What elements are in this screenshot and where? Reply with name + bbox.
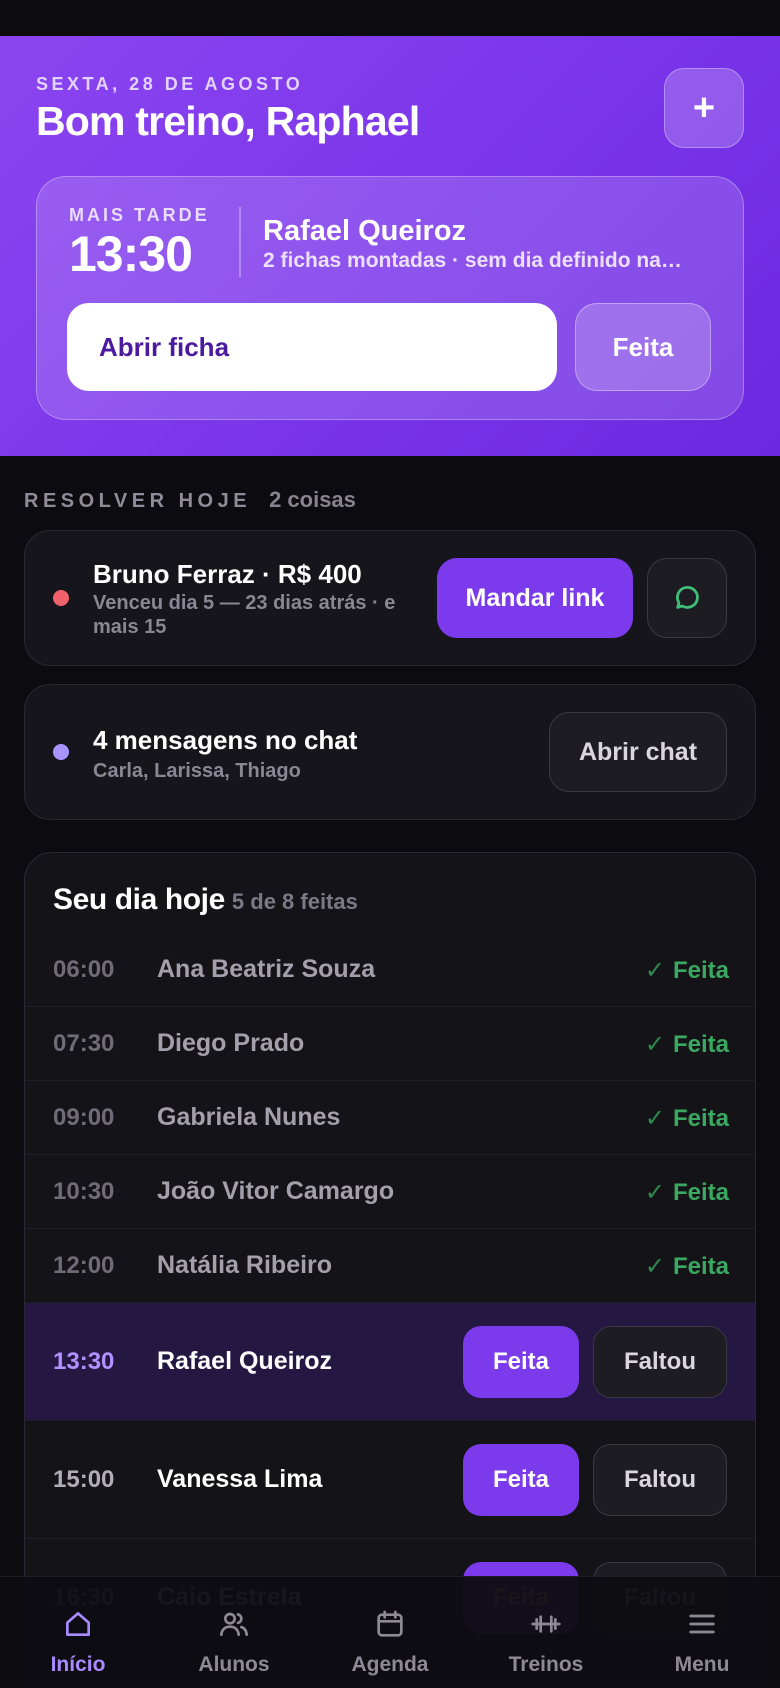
section-title: RESOLVER HOJE bbox=[24, 490, 252, 512]
row-student-name: Gabriela Nunes bbox=[157, 1103, 341, 1131]
section-count: 2 coisas bbox=[269, 487, 356, 512]
day-header: Seu dia hoje 5 de 8 feitas bbox=[53, 883, 358, 917]
alert-title: Bruno Ferraz · R$ 400 bbox=[93, 559, 362, 589]
hero-header: SEXTA, 28 DE AGOSTO Bom treino, Raphael … bbox=[0, 36, 780, 456]
done-label: Feita bbox=[672, 1031, 729, 1058]
row-student-name: Natália Ribeiro bbox=[157, 1251, 333, 1279]
alert-subtitle: Carla, Larissa, Thiago bbox=[93, 760, 301, 782]
day-title: Seu dia hoje bbox=[53, 883, 225, 916]
next-session-time: 13:30 bbox=[69, 226, 193, 282]
tab-calendar[interactable]: Agenda bbox=[312, 1577, 468, 1688]
schedule-row[interactable]: 07:30 Diego Prado ✓ Feita bbox=[25, 1007, 755, 1081]
tab-label: Treinos bbox=[508, 1653, 584, 1676]
check-icon: ✓ bbox=[644, 1105, 665, 1132]
schedule-row[interactable]: 12:00 Natália Ribeiro ✓ Feita bbox=[25, 1229, 755, 1303]
mark-done-button[interactable]: Feita bbox=[463, 1326, 579, 1398]
chat-button[interactable] bbox=[647, 558, 727, 638]
chat-bubble-icon bbox=[676, 586, 699, 609]
schedule-row[interactable]: 10:30 João Vitor Camargo ✓ Feita bbox=[25, 1155, 755, 1229]
done-status: ✓ Feita bbox=[645, 1252, 729, 1281]
open-chat-button[interactable]: Abrir chat bbox=[549, 712, 727, 792]
users-icon bbox=[217, 1607, 251, 1641]
send-link-button[interactable]: Mandar link bbox=[437, 558, 633, 638]
check-icon: ✓ bbox=[644, 1179, 665, 1206]
messages-alert-card: 4 mensagens no chat Carla, Larissa, Thia… bbox=[24, 684, 756, 820]
done-status: ✓ Feita bbox=[645, 1104, 729, 1133]
done-label: Feita bbox=[672, 1253, 729, 1280]
tab-label: Menu bbox=[674, 1653, 730, 1676]
tab-label: Início bbox=[50, 1653, 106, 1676]
check-icon: ✓ bbox=[644, 1253, 665, 1280]
row-student-name: Diego Prado bbox=[157, 1029, 305, 1057]
next-session-subtitle: 2 fichas montadas · sem dia definido na… bbox=[263, 249, 682, 272]
row-student-name: Vanessa Lima bbox=[157, 1465, 323, 1493]
row-student-name: Ana Beatriz Souza bbox=[157, 955, 376, 983]
alert-subtitle: Venceu dia 5 — 23 dias atrás · e mais 15 bbox=[93, 592, 396, 638]
check-icon: ✓ bbox=[644, 957, 665, 984]
tab-menu[interactable]: Menu bbox=[624, 1577, 780, 1688]
row-student-name: João Vitor Camargo bbox=[157, 1177, 395, 1205]
current-date: SEXTA, 28 DE AGOSTO bbox=[36, 74, 304, 94]
row-student-name: Rafael Queiroz bbox=[157, 1347, 333, 1375]
tab-label: Alunos bbox=[198, 1653, 270, 1676]
done-label: Feita bbox=[672, 957, 729, 984]
resolve-today-header: RESOLVER HOJE 2 coisas bbox=[24, 487, 356, 513]
row-time: 07:30 bbox=[53, 1030, 115, 1057]
done-status: ✓ Feita bbox=[645, 1030, 729, 1059]
row-time: 12:00 bbox=[53, 1252, 115, 1279]
next-session-student: Rafael Queiroz bbox=[263, 215, 467, 247]
tab-label: Agenda bbox=[351, 1653, 429, 1676]
done-status: ✓ Feita bbox=[645, 956, 729, 985]
done-label: Feita bbox=[672, 1105, 729, 1132]
day-schedule-card: Seu dia hoje 5 de 8 feitas 06:00 Ana Beat… bbox=[24, 852, 756, 1688]
next-session-card: MAIS TARDE 13:30 Rafael Queiroz 2 fichas… bbox=[36, 176, 744, 420]
status-bar bbox=[0, 0, 780, 36]
status-dot bbox=[53, 590, 69, 606]
done-status: ✓ Feita bbox=[645, 1178, 729, 1207]
open-sheet-button[interactable]: Abrir ficha bbox=[67, 303, 557, 391]
row-time: 13:30 bbox=[53, 1348, 115, 1375]
schedule-row[interactable]: 09:00 Gabriela Nunes ✓ Feita bbox=[25, 1081, 755, 1155]
row-time: 10:30 bbox=[53, 1178, 115, 1205]
day-progress: 5 de 8 feitas bbox=[231, 889, 358, 914]
schedule-row[interactable]: 15:00 Vanessa Lima Feita Faltou bbox=[25, 1421, 755, 1539]
menu-icon bbox=[685, 1607, 719, 1641]
row-time: 09:00 bbox=[53, 1104, 115, 1131]
tab-home[interactable]: Início bbox=[0, 1577, 156, 1688]
payment-alert-card: Bruno Ferraz · R$ 400 Venceu dia 5 — 23 … bbox=[24, 530, 756, 666]
mark-done-button[interactable]: Feita bbox=[575, 303, 711, 391]
mark-missed-button[interactable]: Faltou bbox=[593, 1326, 727, 1398]
bottom-tab-bar: Início Alunos Agenda Treinos Menu bbox=[0, 1576, 780, 1688]
row-time: 15:00 bbox=[53, 1466, 115, 1493]
status-dot bbox=[53, 744, 69, 760]
dumbbell-icon bbox=[529, 1607, 563, 1641]
tab-dumbbell[interactable]: Treinos bbox=[468, 1577, 624, 1688]
schedule-row[interactable]: 06:00 Ana Beatriz Souza ✓ Feita bbox=[25, 933, 755, 1007]
add-button[interactable]: + bbox=[664, 68, 744, 148]
check-icon: ✓ bbox=[644, 1031, 665, 1058]
home-icon bbox=[61, 1607, 95, 1641]
alert-title: 4 mensagens no chat bbox=[93, 725, 358, 755]
calendar-icon bbox=[373, 1607, 407, 1641]
tab-users[interactable]: Alunos bbox=[156, 1577, 312, 1688]
next-session-label: MAIS TARDE bbox=[69, 205, 210, 225]
schedule-row[interactable]: 13:30 Rafael Queiroz Feita Faltou bbox=[25, 1303, 755, 1421]
mark-done-button[interactable]: Feita bbox=[463, 1444, 579, 1516]
row-time: 06:00 bbox=[53, 956, 115, 983]
mark-missed-button[interactable]: Faltou bbox=[593, 1444, 727, 1516]
greeting-title: Bom treino, Raphael bbox=[36, 98, 420, 144]
done-label: Feita bbox=[672, 1179, 729, 1206]
divider bbox=[239, 207, 241, 277]
